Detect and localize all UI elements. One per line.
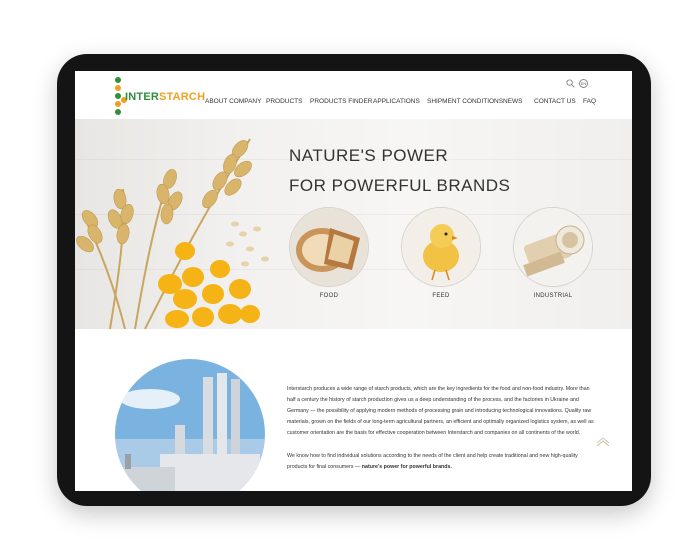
wheat-and-corn-image xyxy=(76,138,269,329)
nav-products-finder[interactable]: PRODUCTS FINDER xyxy=(310,98,372,105)
about-section: Interstarch produces a wide range of sta… xyxy=(75,329,632,491)
logo-wordmark: INTERSTARCH xyxy=(125,91,205,103)
about-paragraph-2: We know how to find individual solutions… xyxy=(287,451,597,473)
about-text: Interstarch produces a wide range of sta… xyxy=(287,384,597,485)
scroll-up-chevron-icon[interactable] xyxy=(596,437,610,447)
nav-applications[interactable]: APPLICATIONS xyxy=(373,98,420,105)
category-industrial[interactable]: INDUSTRIAL xyxy=(513,207,593,299)
category-industrial-label: INDUSTRIAL xyxy=(533,293,573,299)
logo-dot xyxy=(115,85,121,91)
browser-screen: INTERSTARCH ABOUT COMPANY PRODUCTS PRODU… xyxy=(75,71,632,491)
nav-shipment-conditions[interactable]: SHIPMENT CONDITIONS xyxy=(427,98,503,105)
logo-dot xyxy=(115,93,121,99)
interstarch-logo[interactable]: INTERSTARCH xyxy=(113,75,205,119)
logo-dot xyxy=(115,109,121,115)
category-food-label: FOOD xyxy=(319,293,339,299)
site-header: INTERSTARCH ABOUT COMPANY PRODUCTS PRODU… xyxy=(75,71,632,119)
category-feed-label: FEED xyxy=(432,293,450,299)
hero-section: NATURE'S POWER FOR POWERFUL BRANDS FOOD xyxy=(75,119,632,329)
nav-faq[interactable]: FAQ xyxy=(583,98,596,105)
logo-dot xyxy=(115,101,121,107)
about-paragraph-1: Interstarch produces a wide range of sta… xyxy=(287,386,594,436)
industrial-image xyxy=(513,207,593,287)
nav-products[interactable]: PRODUCTS xyxy=(266,98,302,105)
language-switch-icon[interactable]: EN xyxy=(579,79,588,88)
factory-image xyxy=(115,359,265,491)
logo-text-starch: STARCH xyxy=(159,91,206,103)
hero-title-line2: FOR POWERFUL BRANDS xyxy=(289,176,511,195)
logo-text-inter: INTER xyxy=(125,91,159,103)
nav-contact-us[interactable]: CONTACT US xyxy=(534,98,576,105)
category-feed[interactable]: FEED xyxy=(401,207,481,299)
hero-title-line1: NATURE'S POWER xyxy=(289,146,449,165)
logo-dot xyxy=(115,77,121,83)
food-image xyxy=(289,207,369,287)
hero-title: NATURE'S POWER FOR POWERFUL BRANDS xyxy=(289,141,510,201)
category-food[interactable]: FOOD xyxy=(289,207,369,299)
nav-about-company[interactable]: ABOUT COMPANY xyxy=(205,98,261,105)
search-icon[interactable] xyxy=(566,79,575,88)
about-paragraph-2-bold: nature's power for powerful brands. xyxy=(361,464,452,470)
feed-image xyxy=(401,207,481,287)
nav-news[interactable]: NEWS xyxy=(503,98,523,105)
